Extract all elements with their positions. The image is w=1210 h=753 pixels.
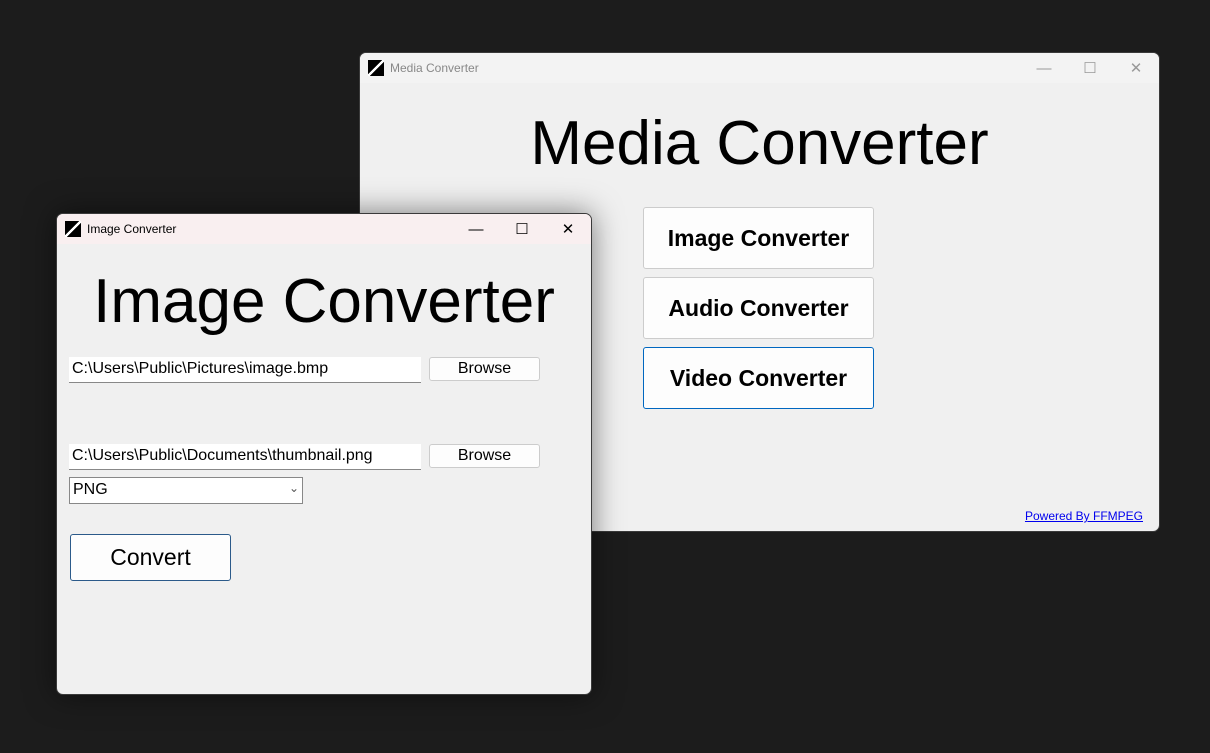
output-path-field[interactable]: C:\Users\Public\Documents\thumbnail.png	[69, 444, 421, 470]
page-title: Media Converter	[530, 109, 989, 178]
browse-output-button[interactable]: Browse	[429, 444, 540, 468]
video-converter-button[interactable]: Video Converter	[643, 347, 874, 409]
convert-button[interactable]: Convert	[70, 534, 231, 581]
window-title: Media Converter	[390, 61, 479, 75]
image-converter-window: Image Converter — ☐ ✕ Image Converter C:…	[56, 213, 592, 695]
maximize-button[interactable]: ☐	[499, 214, 545, 244]
audio-converter-button[interactable]: Audio Converter	[643, 277, 874, 339]
format-select[interactable]: PNG ⌄	[69, 477, 303, 504]
browse-input-button[interactable]: Browse	[429, 357, 540, 381]
format-value: PNG	[73, 481, 108, 498]
close-button[interactable]: ✕	[1113, 53, 1159, 83]
close-button[interactable]: ✕	[545, 214, 591, 244]
chevron-down-icon: ⌄	[288, 481, 299, 495]
input-path-field[interactable]: C:\Users\Public\Pictures\image.bmp	[69, 357, 421, 383]
image-converter-button[interactable]: Image Converter	[643, 207, 874, 269]
app-logo-icon	[65, 221, 81, 237]
minimize-button[interactable]: —	[1021, 53, 1067, 83]
app-logo-icon	[368, 60, 384, 76]
minimize-button[interactable]: —	[453, 214, 499, 244]
page-title: Image Converter	[93, 267, 555, 336]
window-title: Image Converter	[87, 222, 177, 236]
maximize-button[interactable]: ☐	[1067, 53, 1113, 83]
ffmpeg-link[interactable]: Powered By FFMPEG	[1025, 509, 1143, 523]
